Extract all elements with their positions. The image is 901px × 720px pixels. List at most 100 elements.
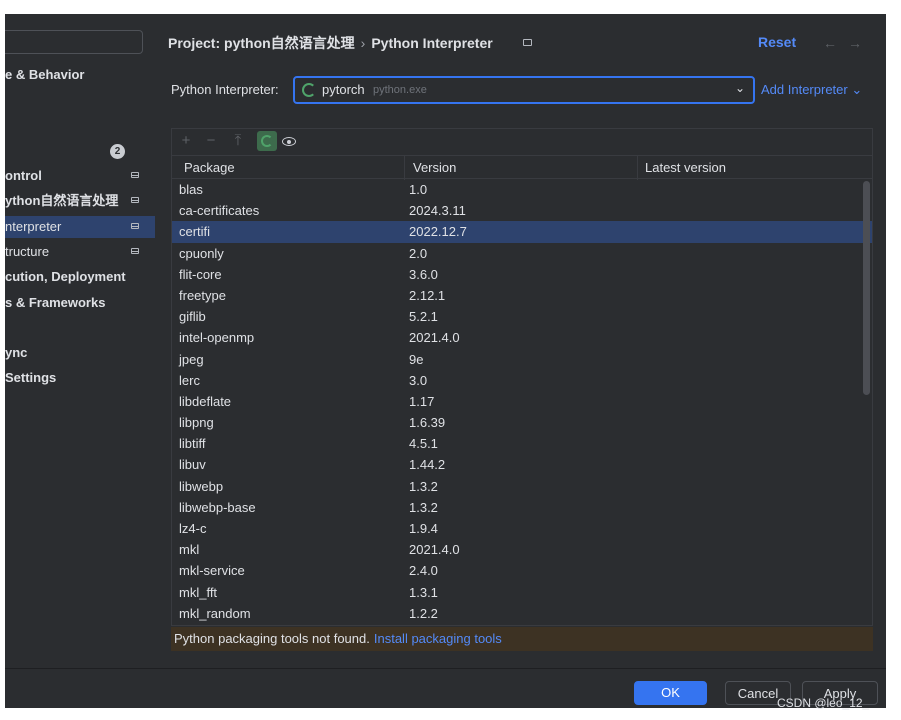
version-cell: 2.0 <box>409 245 428 261</box>
packaging-tools-notice: Python packaging tools not found. Install… <box>171 627 873 651</box>
version-cell: 1.17 <box>409 393 435 409</box>
package-name-cell: libtiff <box>179 436 206 452</box>
column-header-version[interactable]: Version <box>413 160 456 175</box>
package-name-cell: mkl_random <box>179 605 251 621</box>
table-row[interactable]: freetype 2.12.1 <box>172 285 872 306</box>
table-row[interactable]: cpuonly 2.0 <box>172 243 872 264</box>
notification-badge: 2 <box>110 144 125 159</box>
remove-package-icon[interactable]: − <box>201 131 221 151</box>
version-cell: 2021.4.0 <box>409 330 460 346</box>
version-cell: 2021.4.0 <box>409 542 460 558</box>
package-name-cell: mkl_fft <box>179 584 218 600</box>
sidebar-item[interactable]: ython自然语言处理 <box>5 190 155 212</box>
table-row[interactable]: libuv 1.44.2 <box>172 454 872 475</box>
column-divider[interactable] <box>404 156 405 180</box>
table-row[interactable]: certifi 2022.12.7 <box>172 221 872 243</box>
back-arrow-icon[interactable]: ← <box>823 35 837 51</box>
pin-icon <box>131 223 139 229</box>
table-row[interactable]: libpng 1.6.39 <box>172 412 872 433</box>
sidebar-item-label: cution, Deployment <box>5 269 126 284</box>
table-row[interactable]: mkl 2021.4.0 <box>172 539 872 560</box>
table-row[interactable]: libwebp-base 1.3.2 <box>172 497 872 518</box>
package-name-cell: giflib <box>179 309 206 325</box>
table-row[interactable]: libtiff 4.5.1 <box>172 433 872 454</box>
pin-icon <box>131 248 139 254</box>
upgrade-package-icon[interactable]: ⤒ <box>228 131 248 151</box>
packages-table-body: blas 1.0 ca-certificates 2024.3.11 certifi 20… <box>172 179 872 625</box>
breadcrumb-page: Python Interpreter <box>371 35 493 51</box>
version-cell: 1.2.2 <box>409 605 438 621</box>
sidebar-item-label: e & Behavior <box>5 67 85 82</box>
table-row[interactable]: jpeg 9e <box>172 349 872 370</box>
table-row[interactable]: libwebp 1.3.2 <box>172 476 872 497</box>
add-interpreter-button[interactable]: Add Interpreter ⌄ <box>761 82 862 98</box>
package-name-cell: lerc <box>179 372 200 388</box>
forward-arrow-icon[interactable]: → <box>848 35 862 51</box>
sidebar-item-label: nterpreter <box>5 219 62 234</box>
version-cell: 1.3.2 <box>409 478 438 494</box>
table-row[interactable]: intel-openmp 2021.4.0 <box>172 327 872 348</box>
table-row[interactable]: libdeflate 1.17 <box>172 391 872 412</box>
breadcrumb-project: Project: python自然语言处理 <box>168 35 355 51</box>
table-row[interactable]: mkl_random 1.2.2 <box>172 603 872 624</box>
sidebar-item[interactable]: Settings <box>5 367 155 389</box>
table-row[interactable]: giflib 5.2.1 <box>172 306 872 327</box>
sidebar-item[interactable]: ync <box>5 342 155 364</box>
version-cell: 1.0 <box>409 182 428 197</box>
sidebar-item-label: ync <box>5 345 28 360</box>
package-name-cell: libdeflate <box>179 393 232 409</box>
package-name-cell: mkl <box>179 542 200 558</box>
settings-search-input[interactable] <box>5 30 143 54</box>
table-row[interactable]: flit-core 3.6.0 <box>172 264 872 285</box>
table-row[interactable]: lerc 3.0 <box>172 370 872 391</box>
version-cell: 5.2.1 <box>409 309 438 325</box>
reset-link[interactable]: Reset <box>758 34 796 50</box>
sidebar-item[interactable]: nterpreter <box>5 216 155 238</box>
table-scrollbar[interactable] <box>863 181 870 395</box>
interpreter-path: python.exe <box>373 84 427 96</box>
version-cell: 2024.3.11 <box>409 203 466 219</box>
interpreter-dropdown[interactable]: pytorch python.exe ⌄ <box>293 76 755 104</box>
column-divider[interactable] <box>637 156 638 180</box>
version-cell: 2.4.0 <box>409 563 438 579</box>
pin-icon <box>131 197 139 203</box>
table-row[interactable]: mkl-service 2.4.0 <box>172 560 872 581</box>
table-row[interactable]: mkl_fft 1.3.1 <box>172 582 872 603</box>
interpreter-label: Python Interpreter: <box>171 82 279 97</box>
sidebar-item-label: s & Frameworks <box>5 295 106 310</box>
sidebar-item-label: tructure <box>5 244 50 259</box>
sidebar-item-label: ython自然语言处理 <box>5 193 119 208</box>
ok-button[interactable]: OK <box>634 681 707 705</box>
version-cell: 9e <box>409 351 424 367</box>
package-name-cell: mkl-service <box>179 563 245 579</box>
table-row[interactable]: blas 1.0 <box>172 179 872 200</box>
package-name-cell: certifi <box>179 224 211 240</box>
refresh-spinner-button[interactable] <box>257 131 277 151</box>
version-cell: 4.5.1 <box>409 436 438 452</box>
install-packaging-tools-link[interactable]: Install packaging tools <box>374 631 502 646</box>
table-row[interactable]: lz4-c 1.9.4 <box>172 518 872 539</box>
add-package-icon[interactable]: + <box>176 131 196 151</box>
column-header-latest-version[interactable]: Latest version <box>645 160 726 175</box>
pin-icon <box>131 172 139 178</box>
loading-spinner-icon <box>261 135 273 147</box>
column-header-package[interactable]: Package <box>184 160 235 175</box>
chevron-down-icon: ⌄ <box>734 81 745 95</box>
sidebar-item[interactable]: e & Behavior <box>5 64 155 86</box>
settings-sidebar: e & Behavior ontrol ython自然语言处理 nterpreter t… <box>5 14 155 668</box>
table-row[interactable]: ca-certificates 2024.3.11 <box>172 200 872 221</box>
sidebar-item[interactable]: cution, Deployment <box>5 266 155 288</box>
version-cell: 1.3.1 <box>409 584 438 600</box>
package-name-cell: intel-openmp <box>179 330 255 346</box>
sidebar-item-label: Settings <box>5 370 57 385</box>
loading-spinner-icon <box>302 83 316 97</box>
package-name-cell: ca-certificates <box>179 203 260 219</box>
package-name-cell: libwebp-base <box>179 499 256 515</box>
sidebar-item[interactable]: s & Frameworks <box>5 292 155 314</box>
eye-icon[interactable] <box>282 137 296 146</box>
breadcrumb: Project: python自然语言处理 › Python Interpreter <box>168 33 493 53</box>
sidebar-item[interactable]: ontrol <box>5 165 155 187</box>
version-cell: 3.6.0 <box>409 266 438 282</box>
version-cell: 2.12.1 <box>409 287 446 303</box>
sidebar-item[interactable]: tructure <box>5 241 155 263</box>
